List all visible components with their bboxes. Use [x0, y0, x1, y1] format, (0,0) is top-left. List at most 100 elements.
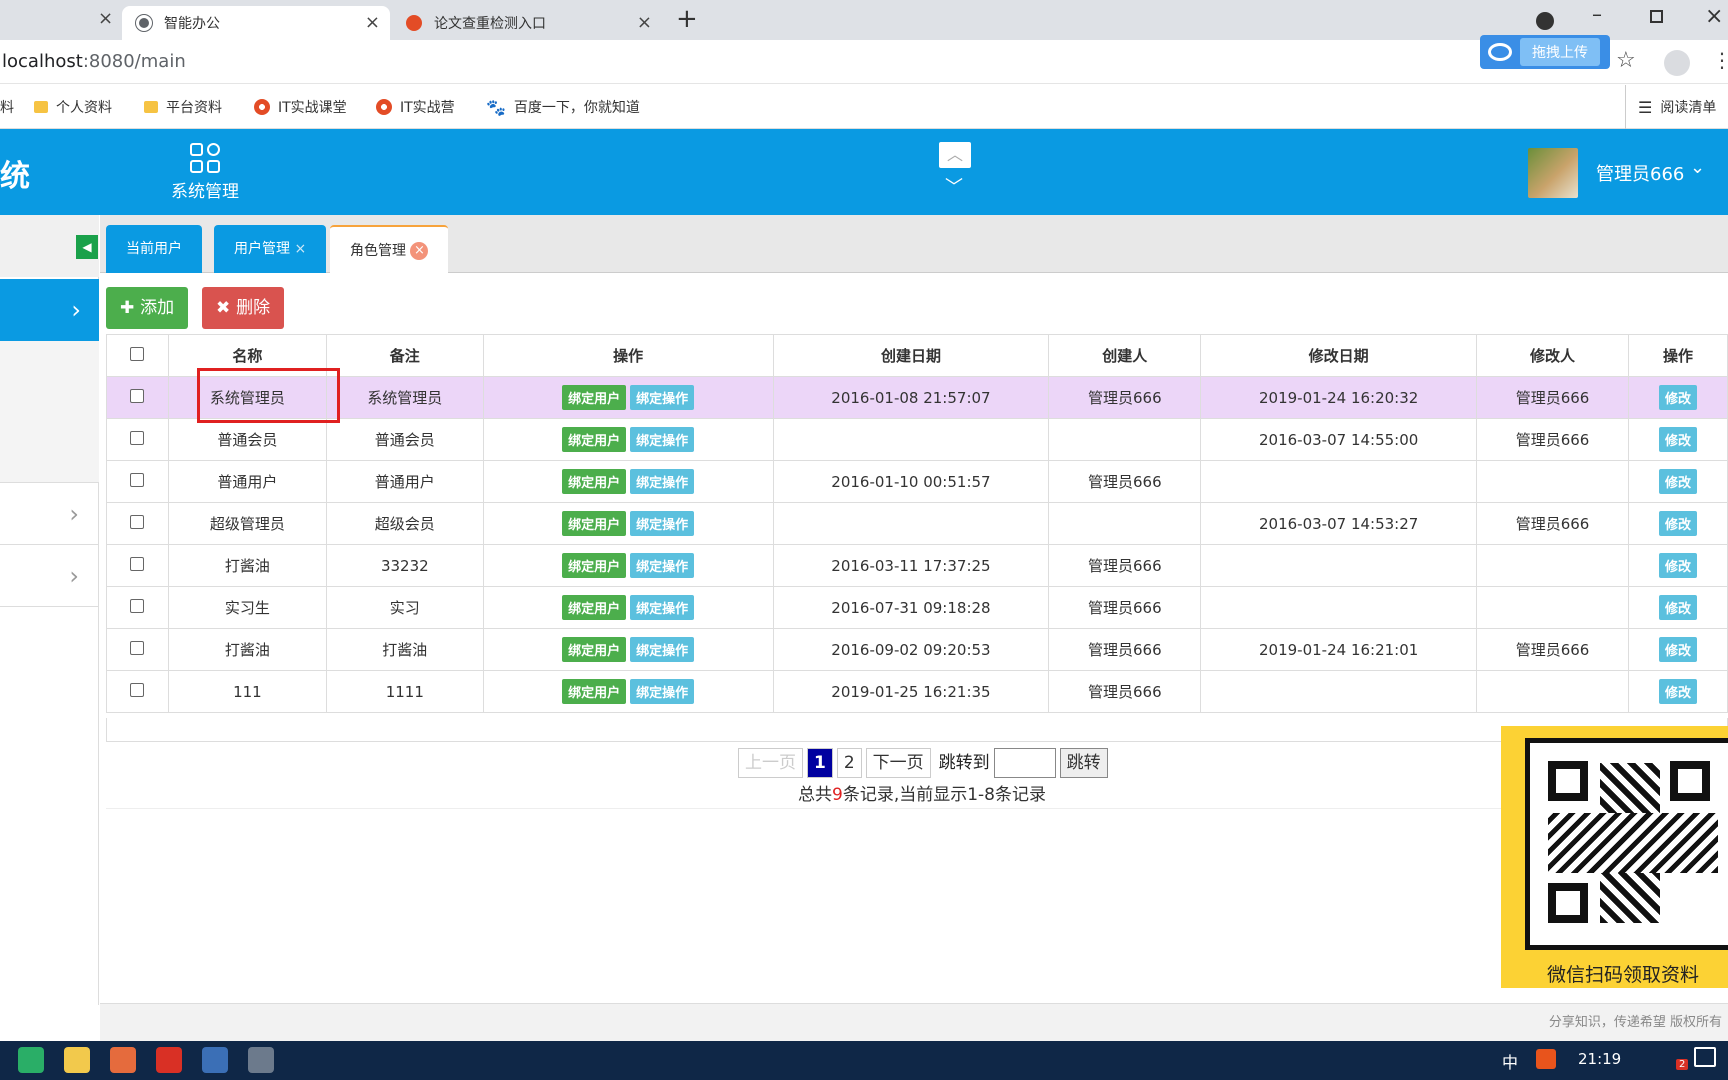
bind-user-button[interactable]: 绑定用户 [562, 511, 627, 536]
column-header: 修改日期 [1200, 334, 1478, 377]
bookmark-item[interactable]: 料 [0, 85, 14, 129]
sidebar-item[interactable]: › [0, 483, 99, 545]
row-checkbox[interactable] [130, 556, 145, 571]
bind-operation-button[interactable]: 绑定操作 [630, 637, 695, 662]
ime-indicator[interactable]: 中 [1502, 1049, 1518, 1073]
edit-button[interactable]: 修改 [1658, 553, 1697, 578]
minimize-icon[interactable]: – [1592, 2, 1602, 26]
bind-user-button[interactable]: 绑定用户 [562, 595, 627, 620]
table-row[interactable]: 系统管理员 系统管理员 绑定用户 绑定操作 2016-01-08 21:57:07 管理员… [106, 376, 1728, 419]
chevron-down-icon[interactable]: ⌄ [1690, 157, 1705, 178]
row-checkbox[interactable] [130, 598, 145, 613]
page-1-button[interactable]: 1 [807, 748, 833, 778]
clock[interactable]: 21:19 [1578, 1050, 1621, 1068]
edit-button[interactable]: 修改 [1658, 595, 1697, 620]
prev-page-button[interactable]: 上一页 [738, 748, 803, 778]
bind-user-button[interactable]: 绑定用户 [562, 469, 627, 494]
delete-button[interactable]: ✖ 删除 [202, 287, 285, 329]
jump-button[interactable]: 跳转 [1059, 748, 1108, 778]
avatar[interactable] [1528, 148, 1578, 198]
bind-user-button[interactable]: 绑定用户 [562, 385, 627, 410]
close-window-icon[interactable]: × [1705, 4, 1723, 29]
edit-button[interactable]: 修改 [1658, 469, 1697, 494]
tab-current-user[interactable]: 当前用户 [106, 225, 202, 273]
collapse-header-button[interactable]: ︿ [939, 142, 971, 168]
collapse-sidebar-icon[interactable]: ◀ [76, 235, 98, 259]
table-row[interactable]: 打酱油 打酱油 绑定用户 绑定操作 2016-09-02 09:20:53 管理员666 2… [106, 628, 1728, 671]
bookmark-item[interactable]: 个人资料 [34, 85, 112, 129]
profile-icon[interactable] [1664, 50, 1690, 76]
bind-operation-button[interactable]: 绑定操作 [630, 427, 695, 452]
select-all-checkbox[interactable] [130, 346, 145, 361]
page-2-button[interactable]: 2 [836, 748, 862, 778]
close-tab-icon[interactable]: × [294, 241, 306, 257]
upload-widget[interactable]: 拖拽上传 [1480, 35, 1610, 69]
table-row[interactable]: 普通用户 普通用户 绑定用户 绑定操作 2016-01-10 00:51:57 管理员66… [106, 460, 1728, 503]
bookmark-item[interactable]: IT实战课堂 [254, 85, 347, 129]
row-checkbox[interactable] [130, 640, 145, 655]
edit-button[interactable]: 修改 [1658, 679, 1697, 704]
edit-button[interactable]: 修改 [1658, 637, 1697, 662]
chevron-down-icon[interactable]: ﹀ [945, 173, 963, 199]
bind-operation-button[interactable]: 绑定操作 [630, 679, 695, 704]
browser-tab[interactable]: 论文查重检测入口 × [392, 6, 662, 40]
edit-button[interactable]: 修改 [1658, 511, 1697, 536]
maximize-icon[interactable] [1650, 10, 1663, 23]
edit-button[interactable]: 修改 [1658, 385, 1697, 410]
bookmark-star-icon[interactable]: ☆ [1616, 48, 1636, 73]
app-icon[interactable] [110, 1047, 136, 1073]
browser-tab-active[interactable]: 智能办公 × [122, 6, 390, 40]
bind-operation-button[interactable]: 绑定操作 [630, 511, 695, 536]
edit-button[interactable]: 修改 [1658, 427, 1697, 452]
bind-user-button[interactable]: 绑定用户 [562, 553, 627, 578]
bind-operation-button[interactable]: 绑定操作 [630, 385, 695, 410]
table-row[interactable]: 打酱油 33232 绑定用户 绑定操作 2016-03-11 17:37:25 管理员66… [106, 544, 1728, 587]
reading-list[interactable]: ☰ 阅读清单 [1625, 85, 1716, 129]
wechat-icon[interactable] [18, 1047, 44, 1073]
bookmark-item[interactable]: 平台资料 [144, 85, 222, 129]
table-row[interactable]: 超级管理员 超级会员 绑定用户 绑定操作 2016-03-07 14:53:27 管理员6… [106, 502, 1728, 545]
close-tab-icon[interactable]: × [410, 242, 429, 260]
bind-operation-button[interactable]: 绑定操作 [630, 595, 695, 620]
file-explorer-icon[interactable] [64, 1047, 90, 1073]
menu-icon[interactable]: ⋮ [1712, 48, 1728, 72]
row-checkbox[interactable] [130, 514, 145, 529]
wps-icon[interactable] [156, 1047, 182, 1073]
edit-cell: 修改 [1627, 376, 1728, 419]
table-row[interactable]: 普通会员 普通会员 绑定用户 绑定操作 2016-03-07 14:55:00 管理员66… [106, 418, 1728, 461]
qr-code-ad[interactable]: 微信扫码领取资料 [1501, 726, 1728, 988]
bind-user-button[interactable]: 绑定用户 [562, 427, 627, 452]
row-checkbox[interactable] [130, 682, 145, 697]
close-tab-icon[interactable]: × [637, 12, 652, 33]
table-row[interactable]: 111 1111 绑定用户 绑定操作 2019-01-25 16:21:35 管理员666… [106, 670, 1728, 713]
role-name-cell: 打酱油 [167, 628, 327, 671]
row-checkbox[interactable] [130, 430, 145, 445]
bind-operation-button[interactable]: 绑定操作 [630, 469, 695, 494]
close-tab-icon[interactable]: × [365, 12, 380, 33]
row-checkbox[interactable] [130, 472, 145, 487]
sidebar-item-active[interactable]: › [0, 279, 99, 341]
url-field[interactable]: localhost:8080/main [0, 40, 186, 84]
bookmark-item[interactable]: 🐾 百度一下，你就知道 [486, 85, 640, 129]
new-tab-button[interactable]: + [676, 4, 698, 34]
bind-user-button[interactable]: 绑定用户 [562, 679, 627, 704]
row-checkbox[interactable] [130, 388, 145, 403]
user-name[interactable]: 管理员666 [1596, 160, 1684, 186]
table-row[interactable]: 实习生 实习 绑定用户 绑定操作 2016-07-31 09:18:28 管理员666 修改 [106, 586, 1728, 629]
tab-user-management[interactable]: 用户管理 × [214, 225, 327, 273]
bind-user-button[interactable]: 绑定用户 [562, 637, 627, 662]
close-tab-icon[interactable]: × [98, 8, 113, 29]
nav-system-management[interactable]: 系统管理 [165, 143, 245, 202]
tab-role-management[interactable]: 角色管理 × [330, 225, 449, 273]
action-center-icon[interactable] [1694, 1047, 1716, 1067]
sogou-icon[interactable] [1536, 1049, 1556, 1069]
sidebar-item[interactable]: › [0, 545, 99, 607]
chrome-icon[interactable] [202, 1047, 228, 1073]
bookmark-item[interactable]: IT实战营 [376, 85, 455, 129]
tab-search-icon[interactable] [1536, 12, 1554, 30]
jump-page-input[interactable] [993, 748, 1056, 778]
settings-icon[interactable] [248, 1047, 274, 1073]
bind-operation-button[interactable]: 绑定操作 [630, 553, 695, 578]
add-button[interactable]: ✚ 添加 [106, 287, 189, 329]
next-page-button[interactable]: 下一页 [865, 748, 931, 778]
